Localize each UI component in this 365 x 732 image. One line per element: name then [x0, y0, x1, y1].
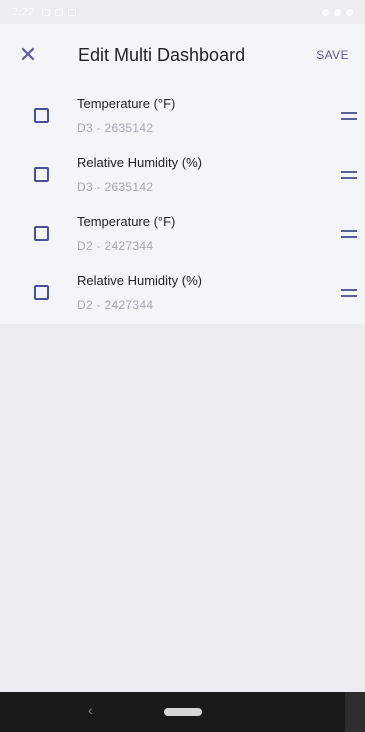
list-item-label: Temperature (°F) [77, 213, 176, 229]
list-item-text: Relative Humidity (%) D2 - 2427344 [77, 273, 341, 313]
list-item-label: Relative Humidity (%) [77, 154, 202, 170]
list-item-text: Relative Humidity (%) D3 - 2635142 [77, 155, 341, 195]
drag-handle-icon[interactable] [341, 288, 357, 297]
drag-handle-icon[interactable] [341, 170, 357, 179]
empty-area [0, 324, 365, 692]
notification-icon [42, 8, 51, 16]
page-title: Edit Multi Dashboard [78, 44, 246, 65]
list-item-device-id: D2 - 2427344 [77, 238, 154, 253]
status-time: 2:22 [12, 6, 35, 18]
home-pill-button[interactable] [163, 708, 202, 716]
status-bar: 2:22 [0, 0, 365, 24]
list-item-label: Relative Humidity (%) [77, 272, 202, 288]
battery-icon [346, 8, 353, 16]
list-item: Temperature (°F) D2 - 2427344 [0, 204, 365, 263]
item-checkbox[interactable] [34, 285, 49, 300]
drag-handle-icon[interactable] [341, 229, 357, 238]
item-checkbox[interactable] [34, 167, 49, 182]
system-nav-bar: ‹ [0, 692, 365, 732]
signal-icon [334, 8, 341, 16]
list-item-text: Temperature (°F) D2 - 2427344 [77, 214, 341, 254]
system-icons [322, 8, 353, 16]
item-checkbox[interactable] [34, 226, 49, 241]
list-item-device-id: D2 - 2427344 [77, 297, 154, 312]
nav-bar-edge [345, 692, 365, 732]
back-button[interactable]: ‹ [88, 702, 93, 718]
notification-icon [55, 8, 64, 16]
list-item-text: Temperature (°F) D3 - 2635142 [77, 96, 341, 136]
wifi-icon [322, 8, 329, 16]
drag-handle-icon[interactable] [341, 111, 357, 120]
notification-icon [68, 8, 77, 16]
list-item: Relative Humidity (%) D2 - 2427344 [0, 263, 365, 322]
dashboard-items-list: Temperature (°F) D3 - 2635142 Relative H… [0, 86, 365, 324]
close-icon: ✕ [18, 42, 38, 67]
list-item: Temperature (°F) D3 - 2635142 [0, 86, 365, 145]
close-button[interactable]: ✕ [0, 24, 56, 86]
item-checkbox[interactable] [34, 108, 49, 123]
app-bar: ✕ Edit Multi Dashboard SAVE [0, 24, 365, 86]
notification-icons [42, 8, 77, 16]
list-item-device-id: D3 - 2635142 [77, 179, 154, 194]
list-item-device-id: D3 - 2635142 [77, 120, 154, 135]
save-button[interactable]: SAVE [316, 48, 349, 62]
list-item: Relative Humidity (%) D3 - 2635142 [0, 145, 365, 204]
list-item-label: Temperature (°F) [77, 95, 176, 111]
